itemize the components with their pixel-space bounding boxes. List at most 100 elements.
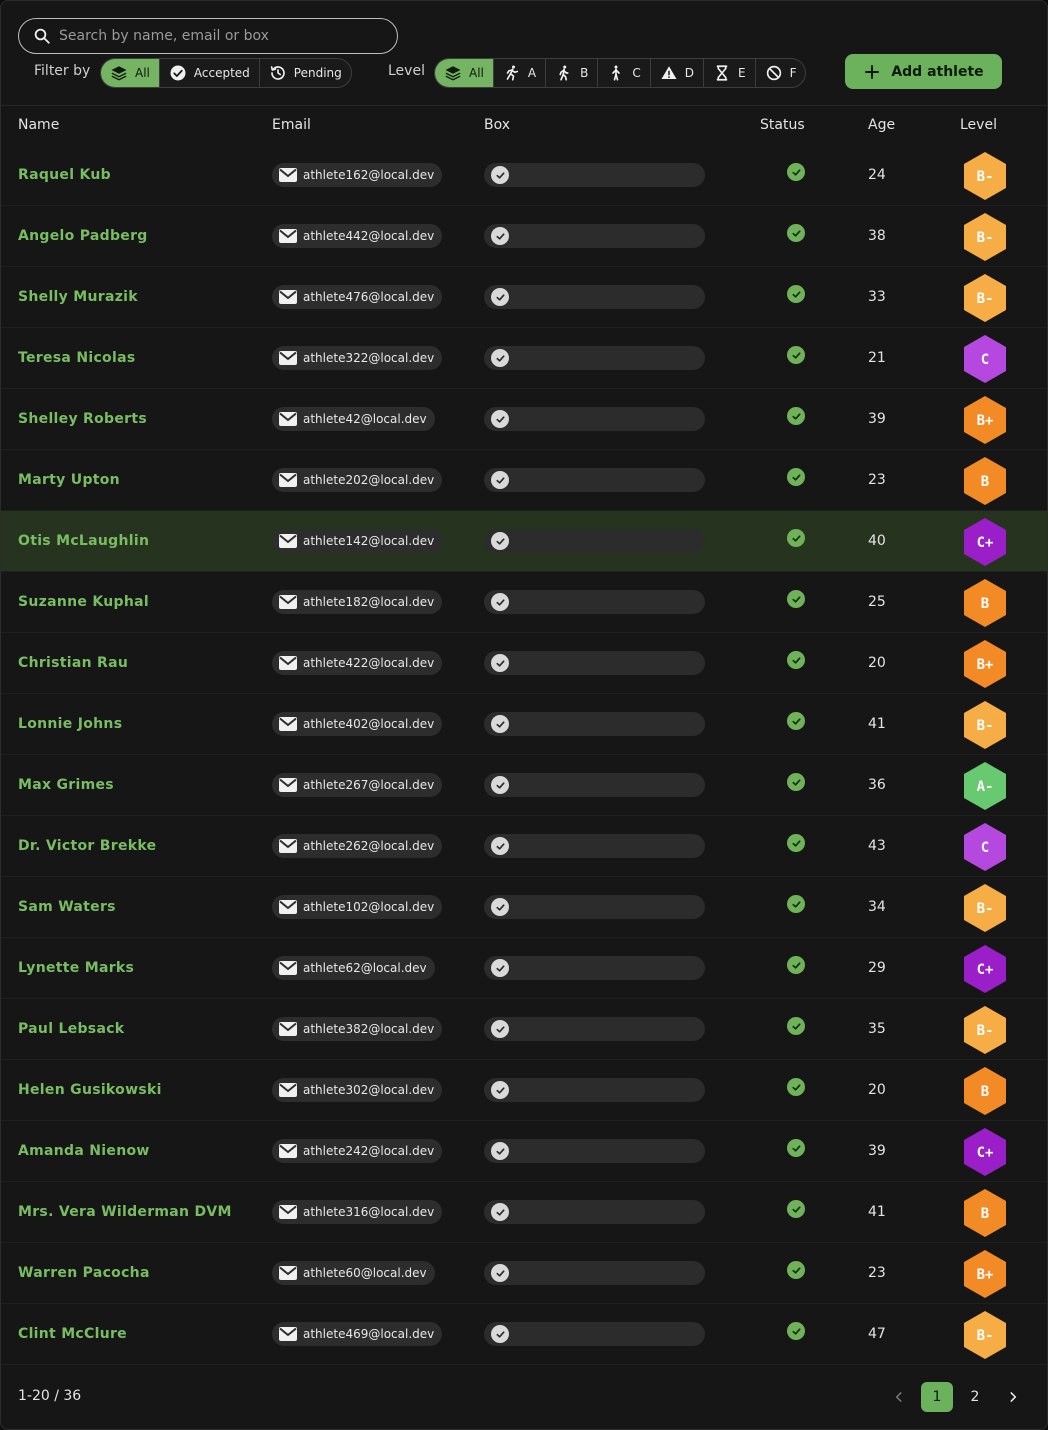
table-row[interactable]: Teresa Nicolas athlete322@local.dev 21 C [1,328,1047,389]
athlete-name[interactable]: Clint McClure [18,1326,127,1342]
box-selector[interactable] [484,1200,705,1224]
box-selector[interactable] [484,1322,705,1346]
level-filter-all[interactable]: All [435,59,494,87]
athlete-name[interactable]: Otis McLaughlin [18,533,149,549]
athlete-name[interactable]: Amanda Nienow [18,1143,150,1159]
table-row[interactable]: Clint McClure athlete469@local.dev 47 B- [1,1304,1047,1365]
box-selector[interactable] [484,346,705,370]
table-row[interactable]: Amanda Nienow athlete242@local.dev 39 C+ [1,1121,1047,1182]
envelope-icon [279,778,297,792]
column-header-level[interactable]: Level [960,117,997,133]
email-chip: athlete242@local.dev [272,1139,443,1163]
column-header-email[interactable]: Email [272,117,311,133]
level-filter-a[interactable]: A [494,59,547,87]
athlete-name[interactable]: Shelly Murazik [18,289,138,305]
box-selector[interactable] [484,1139,705,1163]
athlete-name[interactable]: Paul Lebsack [18,1021,124,1037]
status-filter-all[interactable]: All [101,59,160,87]
table-row[interactable]: Otis McLaughlin athlete142@local.dev 40 C+ [1,511,1047,572]
box-selector[interactable] [484,163,705,187]
athlete-name[interactable]: Christian Rau [18,655,128,671]
table-row[interactable]: Angelo Padberg athlete442@local.dev 38 B- [1,206,1047,267]
box-selector[interactable] [484,773,705,797]
box-selector[interactable] [484,1261,705,1285]
email-chip: athlete202@local.dev [272,468,443,492]
level-label: B- [977,1023,994,1039]
box-selector[interactable] [484,468,705,492]
box-selector[interactable] [484,1078,705,1102]
table-row[interactable]: Warren Pacocha athlete60@local.dev 23 B+ [1,1243,1047,1304]
search-box[interactable] [18,18,398,54]
athlete-name[interactable]: Lynette Marks [18,960,134,976]
athlete-name[interactable]: Max Grimes [18,777,114,793]
level-filter-b[interactable]: B [546,59,599,87]
column-header-age[interactable]: Age [868,117,895,133]
box-selector[interactable] [484,956,705,980]
table-row[interactable]: Helen Gusikowski athlete302@local.dev 20 B [1,1060,1047,1121]
table-row[interactable]: Lynette Marks athlete62@local.dev 29 C+ [1,938,1047,999]
table-row[interactable]: Raquel Kub athlete162@local.dev 24 B- [1,145,1047,206]
athlete-name[interactable]: Teresa Nicolas [18,350,135,366]
box-selector[interactable] [484,1017,705,1041]
box-selector[interactable] [484,529,705,553]
table-row[interactable]: Lonnie Johns athlete402@local.dev 41 B- [1,694,1047,755]
athlete-name[interactable]: Shelley Roberts [18,411,147,427]
status-filter-accepted[interactable]: Accepted [160,59,260,87]
box-selector[interactable] [484,590,705,614]
box-selector[interactable] [484,285,705,309]
box-selector[interactable] [484,224,705,248]
athlete-name[interactable]: Dr. Victor Brekke [18,838,156,854]
level-filter-e[interactable]: E [704,59,756,87]
table-row[interactable]: Shelley Roberts athlete42@local.dev 39 B+ [1,389,1047,450]
next-page-button[interactable] [997,1382,1029,1412]
athlete-name[interactable]: Mrs. Vera Wilderman DVM [18,1204,232,1220]
athlete-age: 39 [868,1143,886,1159]
column-header-status[interactable]: Status [760,117,805,133]
level-filter-c[interactable]: C [598,59,651,87]
warning-icon [661,66,677,79]
athlete-age: 36 [868,777,886,793]
athlete-name[interactable]: Sam Waters [18,899,116,915]
level-filter-d[interactable]: D [651,59,704,87]
add-athlete-button[interactable]: Add athlete [845,54,1002,89]
box-check-icon [491,410,509,428]
column-header-box[interactable]: Box [484,117,510,133]
table-row[interactable]: Dr. Victor Brekke athlete262@local.dev 43 C [1,816,1047,877]
page-button-1[interactable]: 1 [921,1382,953,1412]
box-selector[interactable] [484,407,705,431]
level-badge: C [962,334,1008,384]
athlete-name[interactable]: Angelo Padberg [18,228,148,244]
table-row[interactable]: Suzanne Kuphal athlete182@local.dev 25 B [1,572,1047,633]
athlete-name[interactable]: Raquel Kub [18,167,111,183]
previous-page-button[interactable] [883,1382,915,1412]
box-selector[interactable] [484,834,705,858]
table-row[interactable]: Christian Rau athlete422@local.dev 20 B+ [1,633,1047,694]
box-selector[interactable] [484,895,705,919]
athlete-name[interactable]: Warren Pacocha [18,1265,150,1281]
box-check-icon [491,471,509,489]
table-row[interactable]: Paul Lebsack athlete382@local.dev 35 B- [1,999,1047,1060]
box-selector[interactable] [484,712,705,736]
page-button-2[interactable]: 2 [959,1382,991,1412]
column-header-name[interactable]: Name [18,117,59,133]
table-row[interactable]: Shelly Murazik athlete476@local.dev 33 B- [1,267,1047,328]
table-row[interactable]: Mrs. Vera Wilderman DVM athlete316@local.… [1,1182,1047,1243]
level-filter-f[interactable]: F [756,59,806,87]
status-filter-pending[interactable]: Pending [260,59,351,87]
athlete-age: 24 [868,167,886,183]
email-chip: athlete42@local.dev [272,407,435,431]
athlete-name[interactable]: Helen Gusikowski [18,1082,162,1098]
box-check-icon [491,166,509,184]
table-row[interactable]: Marty Upton athlete202@local.dev 23 B [1,450,1047,511]
table-row[interactable]: Sam Waters athlete102@local.dev 34 B- [1,877,1047,938]
status-accepted-icon [787,590,805,608]
table-row[interactable]: Max Grimes athlete267@local.dev 36 A- [1,755,1047,816]
athlete-age: 43 [868,838,886,854]
athlete-name[interactable]: Suzanne Kuphal [18,594,149,610]
athlete-email: athlete422@local.dev [303,656,435,670]
email-chip: athlete382@local.dev [272,1017,443,1041]
box-selector[interactable] [484,651,705,675]
search-input[interactable] [59,28,379,44]
athlete-name[interactable]: Lonnie Johns [18,716,122,732]
athlete-name[interactable]: Marty Upton [18,472,120,488]
